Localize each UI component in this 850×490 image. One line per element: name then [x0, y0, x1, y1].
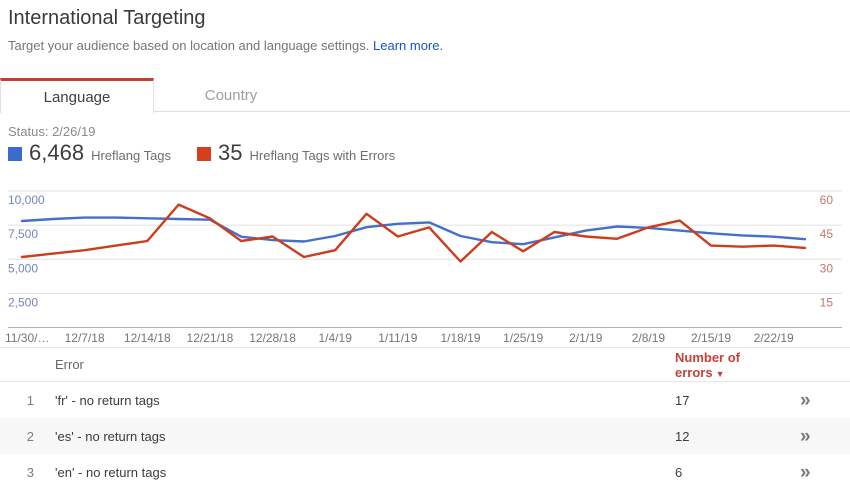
- right-axis-tick-label: 60: [820, 193, 834, 207]
- tags-label: Hreflang Tags: [91, 148, 171, 163]
- left-axis-tick-label: 10,000: [8, 193, 45, 207]
- error-name: 'en' - no return tags: [40, 465, 675, 480]
- error-name: 'fr' - no return tags: [40, 393, 675, 408]
- x-axis-tick-label: 12/21/18: [187, 331, 234, 345]
- row-index: 2: [0, 429, 40, 444]
- x-axis-tick-label: 12/7/18: [65, 331, 105, 345]
- sort-desc-icon: ▼: [716, 369, 725, 379]
- x-axis-tick-label: 1/18/19: [440, 331, 480, 345]
- expand-row-chevron-icon[interactable]: »: [800, 462, 811, 483]
- x-axis-tick-label: 1/4/19: [319, 331, 353, 345]
- x-axis-tick-label: 1/11/19: [378, 331, 417, 345]
- tab-language[interactable]: Language: [0, 78, 154, 113]
- legend-item-tags: 6,468 Hreflang Tags: [8, 140, 171, 166]
- column-header-number-of-errors[interactable]: Number of errors▼: [675, 350, 790, 380]
- table-row[interactable]: 3 'en' - no return tags 6 »: [0, 454, 850, 490]
- error-count: 6: [675, 465, 790, 480]
- chart-legend: 6,468 Hreflang Tags 35 Hreflang Tags wit…: [8, 140, 395, 168]
- left-axis-tick-label: 2,500: [8, 295, 38, 309]
- right-axis-tick-label: 45: [820, 227, 834, 241]
- row-index: 3: [0, 465, 40, 480]
- x-axis-tick-label: 2/22/19: [754, 331, 794, 345]
- error-table: Error Number of errors▼ 1 'fr' - no retu…: [0, 347, 850, 490]
- subtitle-text: Target your audience based on location a…: [8, 38, 369, 53]
- expand-row-chevron-icon[interactable]: »: [800, 390, 811, 411]
- tags-count: 6,468: [29, 140, 84, 166]
- learn-more-link[interactable]: Learn more.: [373, 38, 443, 53]
- hreflang-chart[interactable]: 10,000 60 7,500 45 5,000 30 2,500 15 11/30/… 12/7…: [0, 185, 850, 347]
- hreflang-chart-svg[interactable]: 10,000 60 7,500 45 5,000 30 2,500 15 11/30/… 12/7…: [0, 185, 850, 347]
- page-title: International Targeting: [8, 7, 206, 30]
- error-name: 'es' - no return tags: [40, 429, 675, 444]
- errors-legend-swatch-icon: [197, 147, 211, 161]
- error-count: 12: [675, 429, 790, 444]
- x-axis-tick-label: 2/1/19: [569, 331, 603, 345]
- x-axis-tick-label: 1/25/19: [503, 331, 543, 345]
- errors-count: 35: [218, 140, 242, 166]
- error-count: 17: [675, 393, 790, 408]
- hreflang-errors-line[interactable]: [22, 205, 805, 262]
- tab-country[interactable]: Country: [154, 78, 308, 112]
- column-header-error: Error: [40, 357, 675, 372]
- right-axis-tick-label: 15: [820, 295, 834, 309]
- page-subtitle: Target your audience based on location a…: [8, 38, 443, 53]
- x-axis-tick-label: 2/15/19: [691, 331, 731, 345]
- left-axis-tick-label: 5,000: [8, 261, 38, 275]
- errors-label: Hreflang Tags with Errors: [250, 148, 396, 163]
- expand-row-chevron-icon[interactable]: »: [800, 426, 811, 447]
- status-text: Status: 2/26/19: [8, 124, 95, 139]
- international-targeting-page: International Targeting Target your audi…: [0, 0, 850, 490]
- legend-item-errors: 35 Hreflang Tags with Errors: [197, 140, 395, 166]
- x-axis-tick-label: 2/8/19: [632, 331, 666, 345]
- x-axis-tick-label: 12/14/18: [124, 331, 171, 345]
- table-row[interactable]: 1 'fr' - no return tags 17 »: [0, 382, 850, 418]
- table-header-row: Error Number of errors▼: [0, 348, 850, 382]
- x-axis-tick-label: 12/28/18: [249, 331, 296, 345]
- left-axis-tick-label: 7,500: [8, 227, 38, 241]
- table-row[interactable]: 2 'es' - no return tags 12 »: [0, 418, 850, 454]
- tab-bar: Language Country: [0, 78, 850, 112]
- tags-legend-swatch-icon: [8, 147, 22, 161]
- right-axis-tick-label: 30: [820, 261, 834, 275]
- row-index: 1: [0, 393, 40, 408]
- x-axis-tick-label: 11/30/…: [5, 331, 49, 345]
